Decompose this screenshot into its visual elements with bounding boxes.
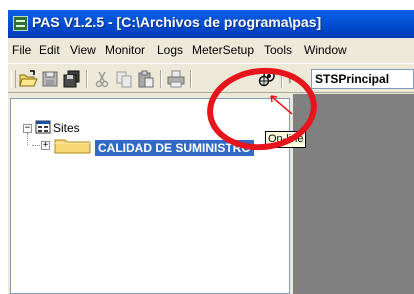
mdi-workspace [293, 94, 414, 294]
tree-connector [27, 133, 28, 145]
save-all-icon[interactable] [62, 69, 82, 89]
menu-view[interactable]: View [70, 43, 96, 57]
window-title: PAS V1.2.5 - [C:\Archivos de programa\pa… [32, 14, 322, 30]
menu-metersetup[interactable]: MeterSetup [192, 43, 254, 57]
menu-monitor[interactable]: Monitor [105, 43, 145, 57]
title-bar[interactable]: PAS V1.2.5 - [C:\Archivos de programa\pa… [8, 10, 414, 38]
menu-edit[interactable]: Edit [39, 43, 60, 57]
online-tooltip: On-line [265, 131, 307, 148]
toolbar-separator [160, 70, 162, 88]
sites-icon [35, 120, 51, 134]
menu-logs[interactable]: Logs [157, 43, 183, 57]
menu-bar: File Edit View Monitor Logs MeterSetup T… [8, 40, 414, 61]
paste-icon[interactable] [136, 69, 156, 89]
toolbar-grip[interactable] [11, 70, 16, 88]
online-icon[interactable] [257, 68, 277, 88]
tree-item-site[interactable]: CALIDAD DE SUMINISTRO [94, 139, 255, 157]
cut-icon[interactable] [92, 69, 112, 89]
toolbar-separator [281, 70, 283, 88]
copy-icon[interactable] [114, 69, 134, 89]
tree-expand-toggle[interactable]: + [41, 141, 50, 150]
station-value: STSPrincipal [315, 72, 390, 86]
menu-tools[interactable]: Tools [264, 43, 292, 57]
toolbar-separator [86, 70, 88, 88]
app-icon[interactable] [13, 16, 28, 31]
menu-file[interactable]: File [12, 43, 31, 57]
f-button[interactable]: F [288, 71, 296, 86]
toolbar-separator [190, 70, 192, 88]
tree-connector [32, 145, 40, 146]
menu-window[interactable]: Window [304, 43, 347, 57]
save-icon[interactable] [40, 69, 60, 89]
application-window: PAS V1.2.5 - [C:\Archivos de programa\pa… [8, 10, 414, 294]
tree-root-sites[interactable]: Sites [53, 121, 80, 135]
open-folder-icon[interactable] [18, 69, 38, 89]
sites-tree[interactable]: − Sites + CALIDAD DE SUMINISTRO [10, 98, 290, 294]
folder-icon [54, 139, 91, 154]
tree-collapse-toggle[interactable]: − [23, 124, 32, 133]
station-combobox[interactable]: STSPrincipal [311, 69, 414, 89]
toolbar: F STSPrincipal [8, 63, 414, 93]
print-icon[interactable] [166, 69, 186, 89]
